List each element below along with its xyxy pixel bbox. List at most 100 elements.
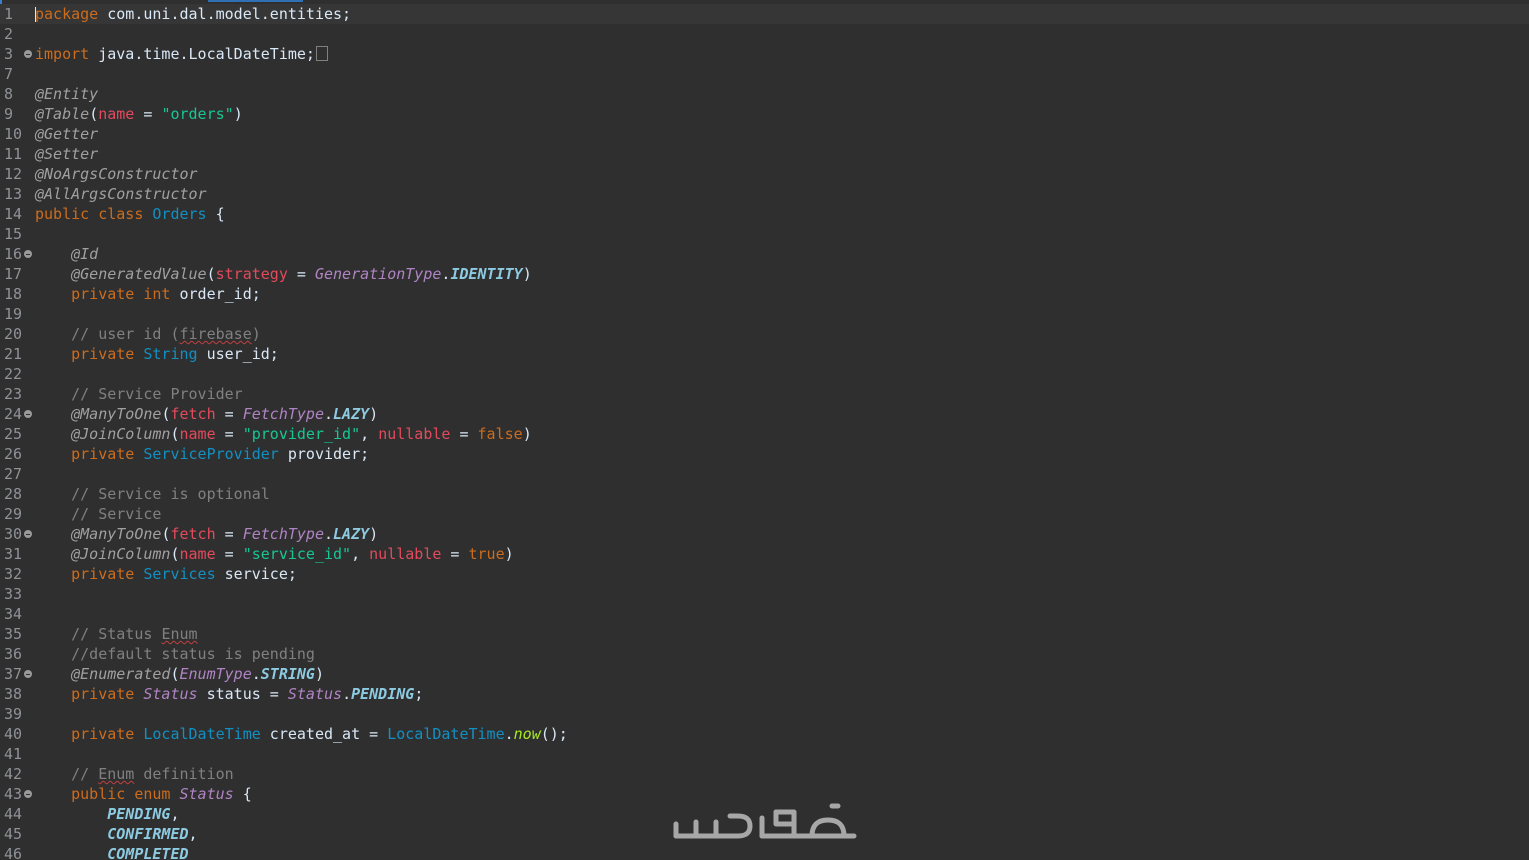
token: EnumType xyxy=(179,665,252,683)
token: created_at = xyxy=(260,725,388,743)
fold-toggle-icon[interactable] xyxy=(24,790,32,798)
code-line-15[interactable]: 15 xyxy=(0,224,1529,244)
line-number: 26 xyxy=(4,445,23,463)
line-code: // Service xyxy=(35,504,161,524)
line-code: // Status Enum xyxy=(35,624,198,644)
code-line-3[interactable]: 3 import java.time.LocalDateTime; xyxy=(0,44,1529,64)
line-code: @Table(name = "orders") xyxy=(35,104,243,124)
code-line-23[interactable]: 23 // Service Provider xyxy=(0,384,1529,404)
code-line-38[interactable]: 38 private Status status = Status.PENDIN… xyxy=(0,684,1529,704)
code-line-17[interactable]: 17 @GeneratedValue(strategy = Generation… xyxy=(0,264,1529,284)
code-line-42[interactable]: 42 // Enum definition xyxy=(0,764,1529,784)
line-code: @NoArgsConstructor xyxy=(35,164,198,184)
token: ( xyxy=(89,105,99,123)
code-line-31[interactable]: 31 @JoinColumn(name = "service_id", null… xyxy=(0,544,1529,564)
code-line-39[interactable]: 39 xyxy=(0,704,1529,724)
code-line-20[interactable]: 20 // user id (firebase) xyxy=(0,324,1529,344)
token: Enum xyxy=(98,765,135,783)
token: service; xyxy=(215,565,297,583)
line-number: 40 xyxy=(4,725,23,743)
token: , xyxy=(351,545,370,563)
code-line-28[interactable]: 28 // Service is optional xyxy=(0,484,1529,504)
code-line-35[interactable]: 35 // Status Enum xyxy=(0,624,1529,644)
token: java.time.LocalDateTime; xyxy=(89,45,315,63)
code-line-22[interactable]: 22 xyxy=(0,364,1529,384)
code-line-41[interactable]: 41 xyxy=(0,744,1529,764)
line-number: 2 xyxy=(4,25,14,43)
code-line-21[interactable]: 21 private String user_id; xyxy=(0,344,1529,364)
line-number: 10 xyxy=(4,125,23,143)
code-line-8[interactable]: 8 @Entity xyxy=(0,84,1529,104)
token: user_id; xyxy=(197,345,279,363)
token: Services xyxy=(143,565,216,583)
code-line-19[interactable]: 19 xyxy=(0,304,1529,324)
code-line-37[interactable]: 37 @Enumerated(EnumType.STRING) xyxy=(0,664,1529,684)
code-line-30[interactable]: 30 @ManyToOne(fetch = FetchType.LAZY) xyxy=(0,524,1529,544)
code-line-26[interactable]: 26 private ServiceProvider provider; xyxy=(0,444,1529,464)
fold-toggle-icon[interactable] xyxy=(24,250,32,258)
code-line-11[interactable]: 11 @Setter xyxy=(0,144,1529,164)
collapsed-imports-box[interactable] xyxy=(315,46,328,61)
token: PENDING xyxy=(351,685,415,703)
line-number: 16 xyxy=(4,245,23,263)
token: FetchType xyxy=(242,405,324,423)
token: = xyxy=(134,105,162,123)
code-line-25[interactable]: 25 @JoinColumn(name = "provider_id", nul… xyxy=(0,424,1529,444)
line-code: private String user_id; xyxy=(35,344,279,364)
code-line-33[interactable]: 33 xyxy=(0,584,1529,604)
token: @Table xyxy=(35,105,90,123)
line-number: 22 xyxy=(4,365,23,383)
code-line-40[interactable]: 40 private LocalDateTime created_at = Lo… xyxy=(0,724,1529,744)
line-number: 20 xyxy=(4,325,23,343)
fold-toggle-icon[interactable] xyxy=(24,50,32,58)
line-code: @Enumerated(EnumType.STRING) xyxy=(35,664,324,684)
token: status = xyxy=(197,685,288,703)
token: com.uni.dal.model.entities; xyxy=(98,5,352,23)
code-line-10[interactable]: 10 @Getter xyxy=(0,124,1529,144)
code-line-32[interactable]: 32 private Services service; xyxy=(0,564,1529,584)
code-line-12[interactable]: 12 @NoArgsConstructor xyxy=(0,164,1529,184)
code-line-24[interactable]: 24 @ManyToOne(fetch = FetchType.LAZY) xyxy=(0,404,1529,424)
code-line-46[interactable]: 46 COMPLETED xyxy=(0,844,1529,860)
token: CONFIRMED xyxy=(107,825,189,843)
fold-toggle-icon[interactable] xyxy=(24,530,32,538)
line-code: // Service Provider xyxy=(35,384,243,404)
token: enum xyxy=(134,785,171,803)
scroll-indicator xyxy=(208,0,303,2)
line-number: 36 xyxy=(4,645,23,663)
code-line-9[interactable]: 9 @Table(name = "orders") xyxy=(0,104,1529,124)
line-code: private LocalDateTime created_at = Local… xyxy=(35,724,568,744)
token: true xyxy=(468,545,505,563)
code-line-14[interactable]: 14 public class Orders { xyxy=(0,204,1529,224)
token: Enum xyxy=(161,625,198,643)
token: = xyxy=(215,425,243,443)
code-line-2[interactable]: 2 xyxy=(0,24,1529,44)
code-line-36[interactable]: 36 //default status is pending xyxy=(0,644,1529,664)
code-line-29[interactable]: 29 // Service xyxy=(0,504,1529,524)
code-line-18[interactable]: 18 private int order_id; xyxy=(0,284,1529,304)
code-line-1[interactable]: 1 package com.uni.dal.model.entities; xyxy=(0,4,1529,24)
code-line-13[interactable]: 13 @AllArgsConstructor xyxy=(0,184,1529,204)
code-editor[interactable]: 1 package com.uni.dal.model.entities; 2 3 im… xyxy=(0,0,1529,860)
code-line-27[interactable]: 27 xyxy=(0,464,1529,484)
line-number: 38 xyxy=(4,685,23,703)
line-code: @Getter xyxy=(35,124,98,144)
line-number: 25 xyxy=(4,425,23,443)
line-code: @AllArgsConstructor xyxy=(35,184,207,204)
token: = xyxy=(215,525,243,543)
token: ( xyxy=(206,265,216,283)
line-code: // user id (firebase) xyxy=(35,324,261,344)
code-line-7[interactable]: 7 xyxy=(0,64,1529,84)
fold-toggle-icon[interactable] xyxy=(24,410,32,418)
line-code: private int order_id; xyxy=(35,284,261,304)
fold-toggle-icon[interactable] xyxy=(24,670,32,678)
token: ServiceProvider xyxy=(143,445,279,463)
line-code: @ManyToOne(fetch = FetchType.LAZY) xyxy=(35,524,378,544)
code-line-34[interactable]: 34 xyxy=(0,604,1529,624)
line-number: 33 xyxy=(4,585,23,603)
token: // user id ( xyxy=(71,325,180,343)
code-line-16[interactable]: 16 @Id xyxy=(0,244,1529,264)
